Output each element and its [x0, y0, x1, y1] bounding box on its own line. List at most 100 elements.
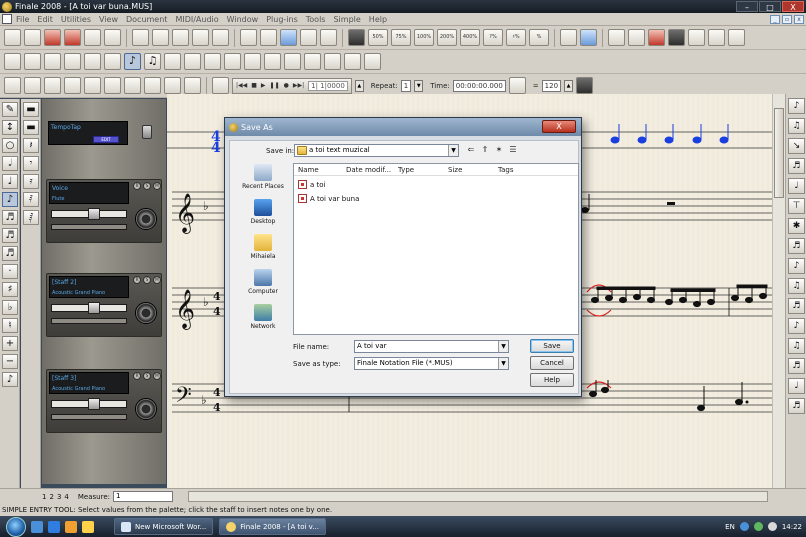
cluster-icon[interactable]: ✱ — [788, 218, 805, 234]
new-folder-icon[interactable]: ✶ — [494, 145, 504, 155]
open-folder-icon[interactable] — [24, 29, 41, 46]
metronome-icon[interactable] — [212, 77, 229, 94]
playback-settings-icon[interactable] — [576, 77, 594, 94]
task-word[interactable]: New Microsoft Wor... — [114, 518, 214, 535]
file-name-input[interactable]: A toi var ▼ — [354, 340, 509, 353]
staff-set-icon[interactable] — [24, 77, 41, 94]
menu-simple[interactable]: Simple — [333, 15, 360, 24]
half-rest-icon[interactable]: ▬ — [23, 120, 39, 135]
tempo-knob[interactable] — [142, 125, 152, 139]
doc-minimize-button[interactable]: _ — [770, 15, 780, 24]
scroll-view-icon[interactable] — [260, 29, 277, 46]
fader-handle[interactable] — [88, 208, 100, 220]
redo-icon[interactable] — [212, 29, 229, 46]
lyrics-icon[interactable] — [304, 53, 321, 70]
shape-tool-icon[interactable] — [708, 29, 725, 46]
menu-plug-ins[interactable]: Plug-ins — [266, 15, 298, 24]
key-signature-icon[interactable] — [44, 53, 61, 70]
articulation-icon[interactable] — [224, 53, 241, 70]
sharp-icon[interactable]: ♯ — [2, 282, 18, 297]
quarter-note-icon[interactable]: ♩ — [2, 174, 18, 189]
chevron-down-icon[interactable]: ▼ — [498, 358, 508, 369]
place-user[interactable]: Mihaiela — [236, 234, 290, 268]
chevron-down-icon[interactable]: ▼ — [498, 341, 508, 352]
edit-frame-icon[interactable] — [64, 77, 81, 94]
measure-tool-icon[interactable] — [300, 29, 317, 46]
task-finale[interactable]: Finale 2008 - [A toi v... — [219, 518, 326, 535]
chart-icon[interactable] — [124, 77, 141, 94]
chevron-down-icon[interactable]: ▼ — [448, 145, 458, 156]
zoom-50-button[interactable]: 50% — [368, 29, 388, 46]
file-list[interactable]: Name Date modif... Type Size Tags a toi … — [293, 163, 579, 335]
minimize-button[interactable]: – — [736, 1, 758, 12]
zoom-75-button[interactable]: 75% — [391, 29, 411, 46]
grace-note-icon[interactable]: ♪ — [2, 372, 18, 387]
clef-icon[interactable] — [64, 53, 81, 70]
layer-icon[interactable] — [4, 77, 21, 94]
repeat-dropdown[interactable]: ▼ — [414, 79, 424, 92]
resize-tool-icon[interactable] — [608, 29, 625, 46]
record-button[interactable]: ● — [284, 82, 289, 89]
tempo-spinner[interactable]: ▲ — [564, 79, 574, 92]
group-icon[interactable]: ♬ — [788, 358, 805, 374]
note-up-icon[interactable]: ♪ — [788, 98, 805, 114]
menu-midi-audio[interactable]: MIDI/Audio — [175, 15, 218, 24]
doc-restore-button[interactable]: ▫ — [782, 15, 792, 24]
eraser-icon[interactable]: ✎ — [2, 102, 18, 117]
view-icon[interactable] — [44, 77, 61, 94]
extra-note-icon[interactable]: ♬ — [788, 398, 805, 414]
palette-icon[interactable] — [84, 77, 101, 94]
sixty-fourth-note-icon[interactable]: ♬ — [2, 246, 18, 261]
column-type[interactable]: Type — [398, 166, 414, 174]
dot-icon[interactable]: · — [2, 264, 18, 279]
play-button[interactable]: ▶ — [261, 82, 266, 89]
chord-icon[interactable] — [284, 53, 301, 70]
page-2-button[interactable]: 2 — [49, 493, 53, 501]
special-tools-icon[interactable] — [668, 29, 685, 46]
fader-handle[interactable] — [88, 302, 100, 314]
menu-view[interactable]: View — [99, 15, 118, 24]
vertical-scroll-thumb[interactable] — [774, 108, 784, 198]
menu-tools[interactable]: Tools — [306, 15, 326, 24]
copy-icon[interactable] — [152, 29, 169, 46]
raise-half-step-icon[interactable]: + — [2, 336, 18, 351]
menu-utilities[interactable]: Utilities — [61, 15, 91, 24]
audio-icon[interactable] — [184, 77, 201, 94]
save-in-dropdown[interactable]: a toi text muzical ▼ — [294, 144, 459, 157]
cancel-button[interactable]: Cancel — [530, 356, 574, 370]
time-signature-icon[interactable] — [24, 53, 41, 70]
natural-icon[interactable]: ♮ — [2, 318, 18, 333]
network-tray-icon[interactable] — [739, 522, 749, 531]
layer-note-icon[interactable]: ♩ — [788, 378, 805, 394]
rewind-button[interactable]: |◀◀ — [236, 82, 247, 89]
menu-help[interactable]: Help — [369, 15, 387, 24]
staff-tool-icon[interactable] — [280, 29, 297, 46]
thirty-second-rest-icon[interactable]: 𝅀 — [23, 192, 39, 207]
sixteenth-note-icon[interactable]: ♬ — [2, 210, 18, 225]
save-button[interactable]: Save — [530, 339, 574, 353]
tempo-input[interactable]: 120 — [541, 79, 562, 92]
undo-icon[interactable] — [192, 29, 209, 46]
beam-icon[interactable]: ♬ — [788, 158, 805, 174]
horizontal-scrollbar[interactable] — [188, 491, 768, 502]
mute-toggle[interactable]: M — [153, 276, 161, 284]
counter-spinner[interactable]: ▲ — [354, 79, 364, 92]
zoom-100-button[interactable]: 100% — [414, 29, 434, 46]
tie-icon[interactable]: ♫ — [788, 118, 805, 134]
tempo-edit-button[interactable]: EDIT — [93, 136, 119, 143]
save-type-select[interactable]: Finale Notation File (*.MUS) ▼ — [354, 357, 509, 370]
menu-window[interactable]: Window — [227, 15, 259, 24]
zoom-fit-button[interactable]: ♯% — [506, 29, 526, 46]
firefox-icon[interactable] — [65, 520, 77, 533]
volume-fader[interactable] — [51, 302, 127, 314]
page-3-button[interactable]: 3 — [57, 493, 61, 501]
track-instrument[interactable]: Acoustic Grand Piano — [52, 386, 105, 392]
mute-toggle[interactable]: M — [153, 372, 161, 380]
mute-toggle[interactable]: M — [153, 182, 161, 190]
list-item[interactable]: A toi var buna — [298, 194, 359, 203]
percent-icon[interactable] — [344, 53, 361, 70]
menu-document[interactable]: Document — [126, 15, 167, 24]
thirty-second-note-icon[interactable]: ♬ — [2, 228, 18, 243]
column-tags[interactable]: Tags — [498, 166, 514, 174]
expression-icon[interactable] — [244, 53, 261, 70]
